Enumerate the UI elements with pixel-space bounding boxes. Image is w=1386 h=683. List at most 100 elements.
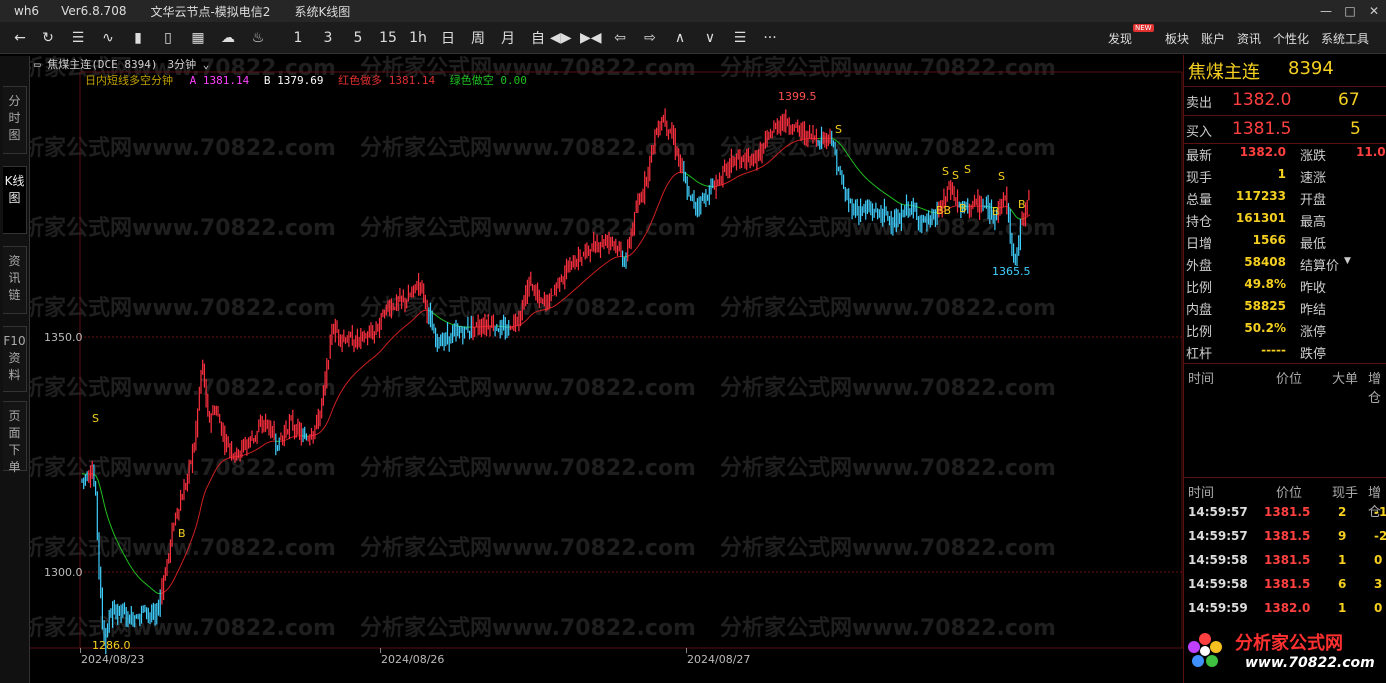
candle-icon[interactable]: ▮: [128, 27, 148, 49]
buy-signal: BB: [936, 204, 951, 217]
logo-line2: www.70822.com: [1245, 655, 1375, 671]
stat-value: -----: [1261, 343, 1286, 357]
stat-label: 涨停: [1300, 325, 1327, 340]
stat-label: 最高: [1300, 215, 1327, 230]
tick-chg: 0: [1374, 553, 1383, 567]
watermark-text: 分析家公式网www.70822.com: [720, 375, 1056, 401]
watermark-text: 分析家公式网www.70822.com: [360, 455, 696, 481]
tick-vol: 6: [1338, 577, 1347, 591]
line-chart-icon[interactable]: ∿: [98, 27, 118, 49]
bell-icon[interactable]: ♨: [248, 27, 268, 49]
tick-price: 1381.5: [1264, 577, 1311, 591]
side-tab[interactable]: F10资料: [3, 326, 27, 392]
side-tab[interactable]: 分时图: [3, 86, 27, 154]
flower-logo-icon: [1188, 633, 1222, 667]
split-icon[interactable]: ☰: [730, 27, 750, 49]
tick-row: 14:59:58 1381.5 6 3: [1184, 573, 1386, 597]
tick-row: 14:59:57 1381.5 9 -2: [1184, 525, 1386, 549]
stat-value: 49.8%: [1244, 277, 1286, 291]
down-icon[interactable]: ∨: [700, 27, 720, 49]
watermark-text: 分析家公式网www.70822.com: [720, 455, 1056, 481]
tick-vol: 1: [1338, 553, 1347, 567]
prev-icon[interactable]: ⇦: [610, 27, 630, 49]
period-button[interactable]: 日: [438, 27, 458, 49]
chart-area[interactable]: 分析家公式网www.70822.com 分析家公式网www.70822.com 分析…: [30, 55, 1183, 683]
next-icon[interactable]: ⇨: [640, 27, 660, 49]
menu-item[interactable]: 个性化: [1273, 30, 1309, 47]
red-long-label: 红色做多: [338, 74, 383, 87]
side-tab[interactable]: K线图: [3, 166, 27, 234]
stat-label: 最低: [1300, 237, 1327, 252]
period-button[interactable]: 5: [348, 27, 368, 49]
tick-row: 14:59:57 1381.5 2 -1: [1184, 501, 1386, 525]
maximize-button[interactable]: □: [1338, 0, 1362, 22]
menu-item[interactable]: 账户: [1201, 30, 1225, 47]
period-button[interactable]: 3: [318, 27, 338, 49]
menu-item[interactable]: 发现: [1108, 30, 1132, 47]
shrink-icon[interactable]: ◀▶: [550, 27, 572, 49]
board-icon[interactable]: ▦: [188, 27, 208, 49]
stat-value: 58408: [1244, 255, 1286, 269]
buy-row: 买入 1381.5 5: [1184, 118, 1386, 140]
buy-label: 买入: [1186, 125, 1213, 140]
sell-signal: S: [942, 165, 949, 178]
refresh-icon[interactable]: ↻: [38, 27, 58, 49]
price-annotation: 1399.5: [778, 90, 817, 103]
stat-value: 50.2%: [1244, 321, 1286, 335]
sell-label: 卖出: [1186, 96, 1213, 111]
watermark-text: 分析家公式网www.70822.com: [360, 615, 696, 641]
up-icon[interactable]: ∧: [670, 27, 690, 49]
tick-time: 14:59:57: [1188, 529, 1248, 543]
expand-icon[interactable]: ▶◀: [580, 27, 602, 49]
stat-value: 1382.0: [1239, 145, 1286, 159]
menu-item[interactable]: 资讯: [1237, 30, 1261, 47]
indicator-name[interactable]: 日内短线多空分钟: [85, 74, 173, 87]
column-header: 价位: [1276, 372, 1303, 387]
tick-chg: 3: [1374, 577, 1383, 591]
period-button[interactable]: 周: [468, 27, 488, 49]
settle-dropdown-icon[interactable]: ▼: [1344, 256, 1351, 266]
column-header: 增仓: [1368, 372, 1382, 406]
minimize-button[interactable]: —: [1314, 0, 1338, 22]
close-button[interactable]: ✕: [1362, 0, 1386, 22]
sell-price: 1382.0: [1232, 90, 1292, 110]
period-selector[interactable]: 3分钟 ⌄: [167, 56, 209, 72]
stat-label: 内盘: [1186, 303, 1213, 318]
watermark-text: 分析家公式网www.70822.com: [30, 375, 336, 401]
tick-price: 1381.5: [1264, 553, 1311, 567]
cloud-icon[interactable]: ☁: [218, 27, 238, 49]
price-annotation: 1365.5: [992, 265, 1031, 278]
stat-label: 涨跌: [1300, 149, 1327, 164]
period-button[interactable]: 1: [288, 27, 308, 49]
side-tab[interactable]: 资讯链: [3, 246, 27, 314]
tick-vol: 2: [1338, 505, 1347, 519]
stat-label[interactable]: 结算价: [1300, 255, 1339, 274]
bar-icon[interactable]: ▯: [158, 27, 178, 49]
menu-item[interactable]: 板块: [1165, 30, 1189, 47]
menu-item[interactable]: 系统工具: [1321, 30, 1369, 47]
logo-line1: 分析家公式网: [1235, 633, 1343, 654]
watermark-text: 分析家公式网www.70822.com: [720, 615, 1056, 641]
period-button[interactable]: 1h: [408, 27, 428, 49]
buy-signal: B: [959, 202, 967, 215]
tick-price: 1381.5: [1264, 529, 1311, 543]
quote-panel: 焦煤主连 8394 卖出 1382.0 67 买入 1381.5 5 最新 138…: [1183, 55, 1386, 683]
side-tab[interactable]: 页面下单: [3, 401, 27, 474]
more-icon[interactable]: ···: [760, 27, 780, 49]
period-button[interactable]: 15: [378, 27, 398, 49]
kline-chart[interactable]: 分析家公式网www.70822.com 分析家公式网www.70822.com 分析…: [30, 55, 1183, 683]
instrument-selector[interactable]: ▭ 焦煤主连(DCE 8394): [34, 56, 157, 72]
stat-value: 117233: [1235, 189, 1286, 203]
new-badge: NEW: [1133, 24, 1154, 32]
list-icon[interactable]: ☰: [68, 27, 88, 49]
back-icon[interactable]: ←: [10, 27, 30, 49]
tick-price: 1381.5: [1264, 505, 1311, 519]
period-button[interactable]: 自: [528, 27, 548, 49]
column-header: 时间: [1188, 372, 1215, 387]
period-button[interactable]: 月: [498, 27, 518, 49]
sell-signal: S: [92, 412, 99, 425]
toolbar: ← ↻ ☰ ∿ ▮ ▯ ▦ ☁ ♨ 1 3 5 15 1h 日周月自 ◀▶ ▶◀ ⇦ ⇨ …: [0, 22, 1386, 54]
column-header: 价位: [1276, 486, 1303, 501]
price-annotation: 1286.0: [92, 639, 131, 652]
watermark-text: 分析家公式网www.70822.com: [30, 135, 336, 161]
